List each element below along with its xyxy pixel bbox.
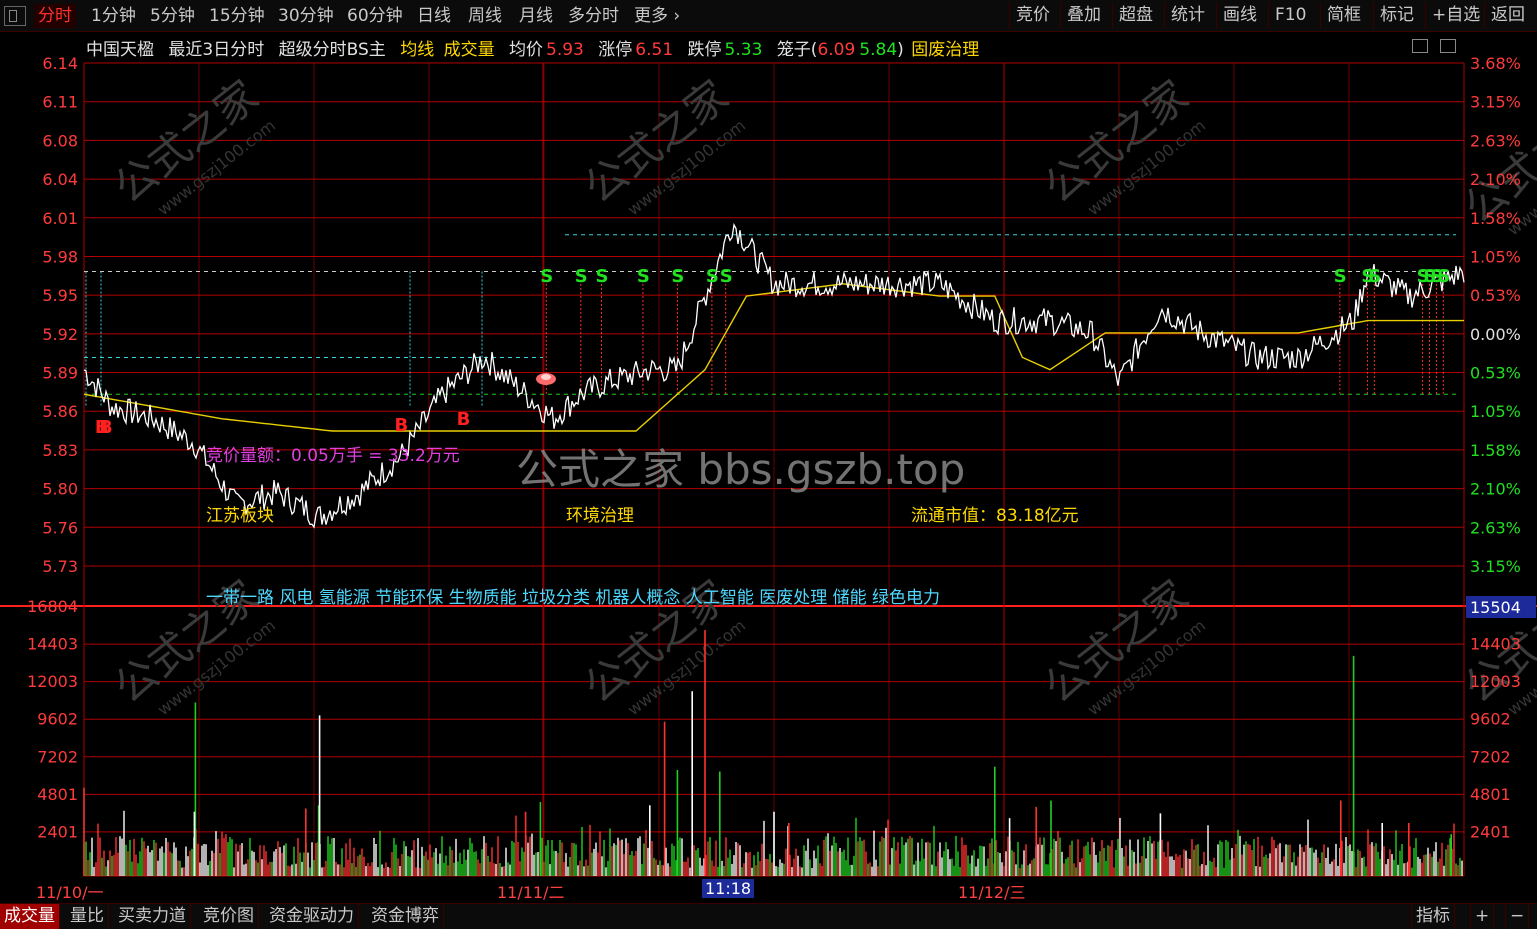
price-tick-left: 5.98 — [42, 247, 78, 266]
volume-tick-right: 4801 — [1470, 785, 1511, 804]
volume-tick-right: 9602 — [1470, 710, 1511, 729]
float-cap-label: 流通市值：83.18亿元 — [911, 506, 1079, 526]
signal-lines — [545, 283, 1444, 395]
price-tick-left: 5.73 — [42, 557, 78, 576]
pct-tick-right: 0.00% — [1470, 325, 1521, 344]
price-tick-left: 5.83 — [42, 441, 78, 460]
volume-tick-right: 2401 — [1470, 822, 1511, 841]
indicator-tabbar: 成交量 量比 买卖力道 竞价图 资金驱动力 资金博弈 指标 + − — [0, 903, 1537, 929]
volume-tick-right: 14403 — [1470, 635, 1521, 654]
pct-tick-right: 3.15% — [1470, 93, 1521, 112]
price-tick-left: 5.76 — [42, 518, 78, 537]
volume-tick-left: 12003 — [27, 672, 78, 691]
volume-tick-left: 4801 — [37, 785, 78, 804]
price-tick-left: 6.08 — [42, 131, 78, 150]
volume-tick-left: 14403 — [27, 635, 78, 654]
sell-signal: S — [1334, 266, 1347, 287]
zoom-out-button[interactable]: − — [1505, 904, 1530, 929]
tab-buy-sell-force[interactable]: 买卖力道 — [114, 904, 191, 929]
price-tick-left: 5.89 — [42, 364, 78, 383]
pct-tick-right: 2.63% — [1470, 131, 1521, 150]
auction-amount-label: 竞价量额：0.05万手 = 33.2万元 — [206, 446, 460, 466]
buy-signal: B — [457, 409, 471, 430]
sell-signal: S — [540, 266, 553, 287]
volume-tick-left: 7202 — [37, 747, 78, 766]
volume-tick-left: 2401 — [37, 822, 78, 841]
pct-tick-right: 3.68% — [1470, 54, 1521, 73]
volume-tick-left: 9602 — [37, 710, 78, 729]
watermarks: 公式之家www.gszj100.com 公式之家www.gszj100.com 公式… — [105, 71, 1537, 720]
price-tick-left: 5.92 — [42, 325, 78, 344]
auction-marker-icon — [536, 373, 556, 385]
level-lines — [84, 234, 1456, 407]
price-tick-left: 5.86 — [42, 402, 78, 421]
watermark-text: 公式之家 bbs.gszb.top — [516, 445, 966, 494]
pct-tick-right: 1.05% — [1470, 402, 1521, 421]
pct-tick-right: 1.58% — [1470, 209, 1521, 228]
time-label-day2: 11/11/二 — [497, 883, 565, 902]
sell-signal: S — [720, 266, 733, 287]
price-tick-left: 6.11 — [42, 93, 78, 112]
pct-tick-right: 1.05% — [1470, 247, 1521, 266]
region-label: 江苏板块 — [206, 506, 274, 526]
tab-fund-game[interactable]: 资金博弈 — [367, 904, 444, 929]
sell-signal: S — [575, 266, 588, 287]
buy-signal: B — [99, 417, 113, 438]
volume-tick-right: 12003 — [1470, 672, 1521, 691]
price-tick-left: 6.04 — [42, 170, 78, 189]
price-tick-left: 6.14 — [42, 54, 78, 73]
sell-signal: S — [596, 266, 609, 287]
volume-cursor-value: 15504 — [1470, 598, 1521, 617]
time-label-day3: 11/12/三 — [958, 883, 1026, 902]
tab-auction-chart[interactable]: 竞价图 — [199, 904, 259, 929]
pct-tick-right: 0.53% — [1470, 286, 1521, 305]
buy-signal: B — [395, 415, 409, 436]
sell-signal: S — [1368, 266, 1381, 287]
tab-fund-drive[interactable]: 资金驱动力 — [265, 904, 359, 929]
pct-tick-right: 1.58% — [1470, 441, 1521, 460]
tab-volume[interactable]: 成交量 — [0, 904, 60, 929]
indicator-button[interactable]: 指标 — [1411, 904, 1455, 929]
time-axis: 11/10/一 11/11/二 11:18 11/12/三 — [0, 877, 1537, 902]
time-cursor-label: 11:18 — [702, 879, 755, 898]
pct-tick-right: 2.10% — [1470, 170, 1521, 189]
sell-signal: S — [706, 266, 719, 287]
pct-tick-right: 2.63% — [1470, 518, 1521, 537]
sell-signal: S — [637, 266, 650, 287]
pct-tick-right: 2.10% — [1470, 480, 1521, 499]
price-tick-left: 5.80 — [42, 480, 78, 499]
sell-signal: S — [671, 266, 684, 287]
zoom-in-button[interactable]: + — [1470, 904, 1495, 929]
time-label-day1: 11/10/一 — [36, 883, 104, 902]
pct-tick-right: 0.53% — [1470, 364, 1521, 383]
pct-tick-right: 3.15% — [1470, 557, 1521, 576]
price-tick-left: 6.01 — [42, 209, 78, 228]
volume-tick-right: 7202 — [1470, 747, 1511, 766]
concepts-label: 一带一路 风电 氢能源 节能环保 生物质能 垃圾分类 机器人概念 人工智能 医废… — [206, 588, 941, 608]
volume-bars — [83, 630, 1463, 876]
sell-signal: S — [1437, 266, 1450, 287]
tab-volume-ratio[interactable]: 量比 — [66, 904, 109, 929]
price-tick-left: 5.95 — [42, 286, 78, 305]
volume-tick-left: 16804 — [27, 597, 78, 616]
theme-label: 环境治理 — [566, 506, 634, 526]
